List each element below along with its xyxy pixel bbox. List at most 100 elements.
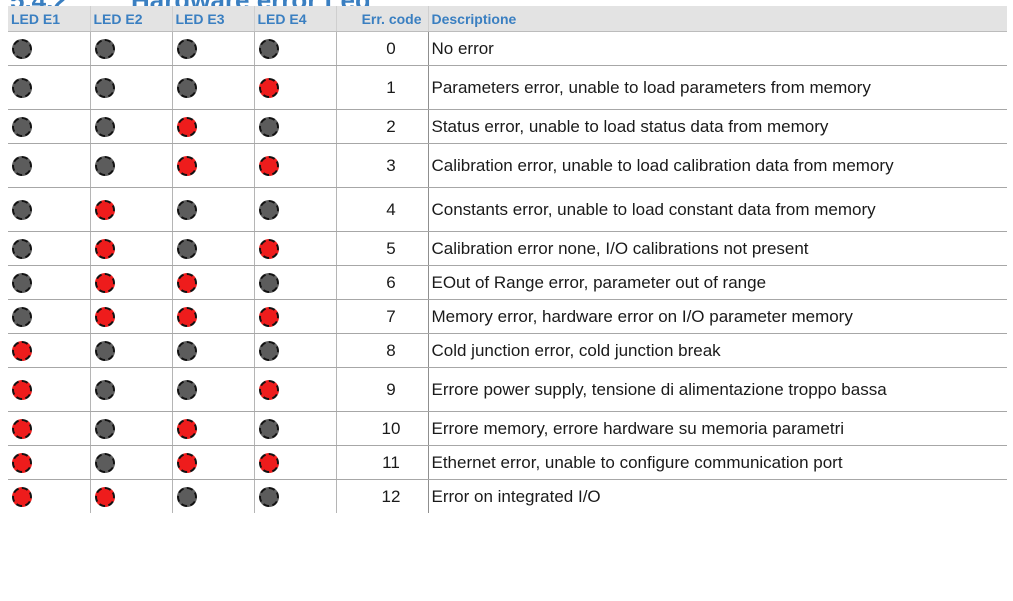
led-e4-cell [253,367,336,412]
led-e4-cell [253,299,336,334]
error-code: 2 [335,109,428,144]
error-description: Memory error, hardware error on I/O para… [427,299,1007,334]
led-e2-cell [89,231,172,266]
led-e2-cell [89,299,172,334]
table-row: 3 Calibration error, unable to load calib… [8,143,1007,188]
table-row: 12 Error on integrated I/O [8,479,1007,513]
led-on-icon [12,418,32,439]
led-off-icon [176,38,197,59]
led-off-icon [258,272,279,293]
led-off-icon [12,38,32,59]
led-on-icon [176,272,197,293]
table-row: 7 Memory error, hardware error on I/O par… [8,299,1007,334]
led-off-icon [258,486,279,507]
led-on-icon [94,306,115,327]
led-e4-cell [253,31,336,66]
led-e3-cell [171,299,254,334]
led-e2-cell [89,143,172,188]
led-on-icon [176,116,197,137]
error-description: Errore power supply, tensione di aliment… [427,367,1007,412]
led-e3-cell [171,411,254,446]
led-e2-cell [89,367,172,412]
led-e4-cell [253,109,336,144]
table-row: 10 Errore memory, errore hardware su memo… [8,411,1007,446]
led-on-icon [258,306,279,327]
table-body: 0 No error 1 Parameters error, unable to lo… [8,31,1007,513]
led-off-icon [258,418,279,439]
led-on-icon [176,418,197,439]
table-row: 2 Status error, unable to load status dat… [8,109,1007,144]
led-on-icon [176,452,197,473]
led-on-icon [258,452,279,473]
led-on-icon [94,486,115,507]
error-description: EOut of Range error, parameter out of ra… [427,265,1007,300]
led-e1-cell [8,187,90,232]
error-description: Parameters error, unable to load paramet… [427,65,1007,110]
error-code: 4 [335,187,428,232]
error-description: Errore memory, errore hardware su memori… [427,411,1007,446]
led-off-icon [258,199,279,220]
led-e3-cell [171,187,254,232]
header-description: Descriptione [427,6,1007,32]
led-e1-cell [8,411,90,446]
led-off-icon [94,379,115,400]
led-e2-cell [89,187,172,232]
led-off-icon [176,379,197,400]
led-on-icon [258,238,279,259]
led-off-icon [176,238,197,259]
error-code: 6 [335,265,428,300]
error-description: Calibration error, unable to load calibr… [427,143,1007,188]
led-e4-cell [253,333,336,368]
led-e4-cell [253,65,336,110]
led-on-icon [12,340,32,361]
led-off-icon [94,452,115,473]
led-off-icon [94,155,115,176]
led-off-icon [12,116,32,137]
error-description: Ethernet error, unable to configure comm… [427,445,1007,480]
led-e1-cell [8,367,90,412]
led-e4-cell [253,187,336,232]
led-e3-cell [171,231,254,266]
led-e1-cell [8,231,90,266]
led-on-icon [12,452,32,473]
led-on-icon [176,155,197,176]
led-off-icon [12,155,32,176]
led-off-icon [176,486,197,507]
error-description: No error [427,31,1007,66]
led-e2-cell [89,333,172,368]
led-on-icon [12,379,32,400]
error-code: 3 [335,143,428,188]
led-on-icon [94,199,115,220]
error-code: 1 [335,65,428,110]
led-off-icon [12,272,32,293]
led-off-icon [176,199,197,220]
led-e4-cell [253,143,336,188]
led-e1-cell [8,299,90,334]
hardware-error-led-table: LED E1 LED E2 LED E3 LED E4 Err. code De… [8,6,1007,513]
led-off-icon [94,38,115,59]
led-e3-cell [171,109,254,144]
header-led-e1: LED E1 [8,6,90,32]
error-code: 11 [335,445,428,480]
led-on-icon [258,379,279,400]
table-row: 11 Ethernet error, unable to configure co… [8,445,1007,480]
led-e1-cell [8,333,90,368]
led-e1-cell [8,31,90,66]
led-off-icon [176,340,197,361]
led-e2-cell [89,479,172,513]
led-e4-cell [253,479,336,513]
led-e4-cell [253,411,336,446]
error-code: 10 [335,411,428,446]
led-on-icon [258,77,279,98]
table-row: 9 Errore power supply, tensione di alimen… [8,367,1007,412]
led-e2-cell [89,109,172,144]
table-row: 0 No error [8,31,1007,66]
error-code: 9 [335,367,428,412]
led-e3-cell [171,479,254,513]
error-description: Cold junction error, cold junction break [427,333,1007,368]
led-on-icon [258,155,279,176]
table-row: 8 Cold junction error, cold junction brea… [8,333,1007,368]
error-code: 5 [335,231,428,266]
led-off-icon [176,77,197,98]
led-e4-cell [253,445,336,480]
